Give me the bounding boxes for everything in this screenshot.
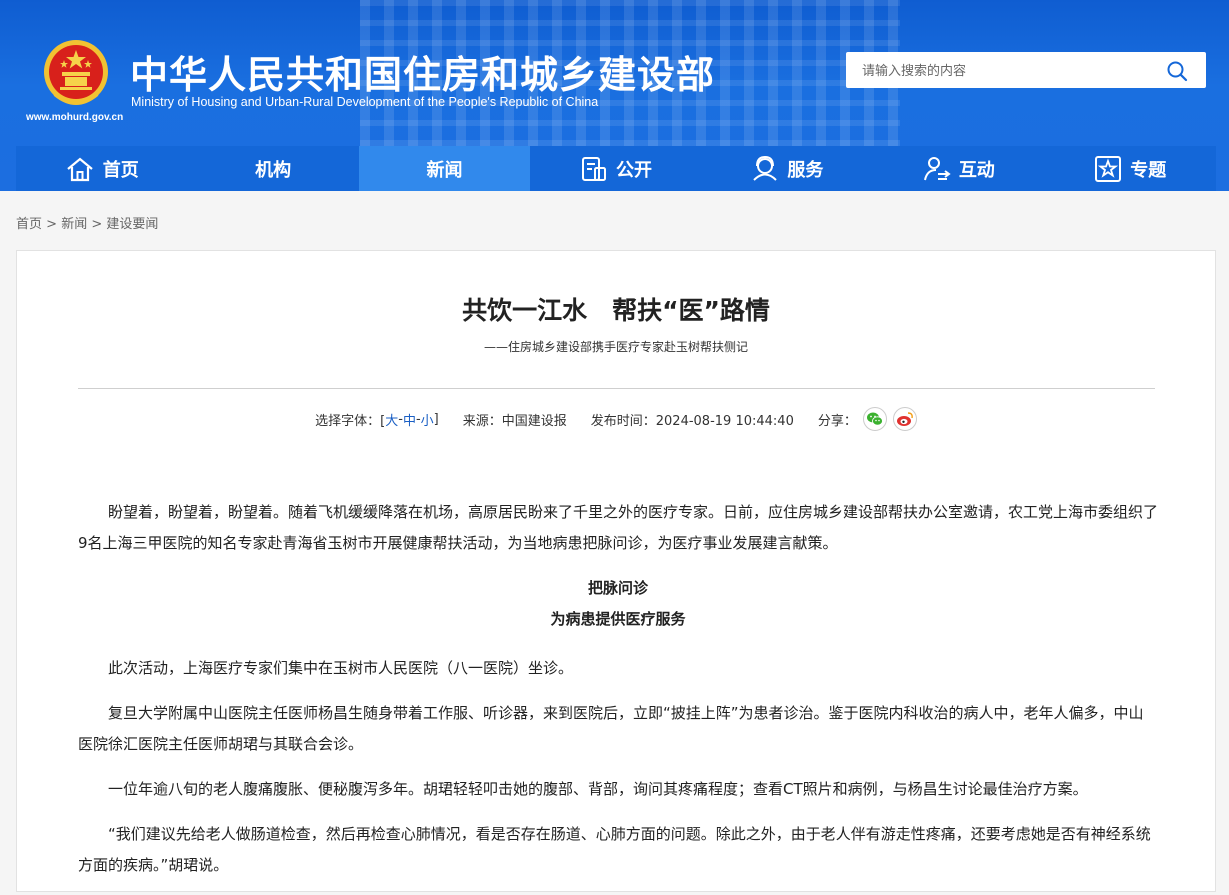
nav-item-label: 公开 — [615, 159, 652, 181]
site-header: www.mohurd.gov.cn 中华人民共和国住房和城乡建设部 Minist… — [0, 0, 1229, 191]
nav-item-label: 互动 — [958, 159, 995, 181]
nav-item-label: 机构 — [255, 159, 292, 181]
search-box — [846, 52, 1206, 88]
site-url: www.mohurd.gov.cn — [26, 112, 124, 123]
service-icon — [753, 155, 778, 181]
title-divider — [78, 388, 1155, 389]
breadcrumb-sep: > — [46, 217, 58, 232]
section-subheading: 为病患提供医疗服务 — [550, 610, 686, 628]
article-paragraph: 一位年逾八旬的老人腹痛腹胀、便秘腹泻多年。胡珺轻轻叩击她的腹部、背部，询问其疼痛… — [108, 780, 1088, 798]
nav-item-interaction[interactable]: 互动 — [873, 146, 1044, 191]
font-size-close: ] — [433, 411, 439, 427]
site-title[interactable]: 中华人民共和国住房和城乡建设部 — [130, 44, 715, 99]
article-paragraph: 复旦大学附属中山医院主任医师杨昌生随身带着工作服、听诊器，来到医院后，立即“披挂… — [78, 704, 1144, 753]
interact-icon — [923, 156, 951, 180]
article-paragraph: 盼望着，盼望着，盼望着。随着飞机缓缓降落在机场，高原居民盼来了千里之外的医疗专家… — [78, 503, 1159, 552]
breadcrumb-news[interactable]: 新闻 — [61, 217, 87, 232]
publish-time: 发布时间：2024-08-19 10:44:40 — [590, 413, 794, 429]
share-group: 分享： — [818, 407, 917, 431]
site-subtitle: Ministry of Housing and Urban-Rural Deve… — [131, 95, 599, 109]
home-icon — [66, 157, 93, 181]
search-input[interactable] — [860, 61, 1154, 81]
article-title: 共饮一江水 帮扶“医”路情 — [462, 296, 770, 325]
weibo-share-icon[interactable] — [892, 407, 917, 431]
article-paragraph: “我们建议先给老人做肠道检查，然后再检查心肺情况，看是否存在肠道、心肺方面的问题… — [78, 825, 1151, 874]
nav-item-label: 新闻 — [426, 159, 463, 181]
article-subtitle: ——住房城乡建设部携手医疗专家赴玉树帮扶侧记 — [483, 340, 748, 354]
national-emblem-icon[interactable] — [42, 38, 110, 110]
nav-item-public[interactable]: 公开 — [530, 146, 701, 191]
document-icon — [581, 156, 606, 181]
nav-item-label: 首页 — [102, 159, 139, 181]
breadcrumb-sep: > — [91, 217, 103, 232]
search-icon[interactable] — [1166, 60, 1188, 82]
weibo-icon — [896, 412, 913, 426]
section-heading: 把脉问诊 — [587, 579, 648, 597]
font-size-medium[interactable]: 中 — [403, 410, 416, 429]
article-body: 盼望着，盼望着，盼望着。随着飞机缓缓降落在机场，高原居民盼来了千里之外的医疗专家… — [78, 497, 1158, 895]
nav-item-service[interactable]: 服务 — [702, 146, 873, 191]
font-size-large[interactable]: 大 — [385, 410, 398, 429]
nav-item-news[interactable]: 新闻 — [358, 146, 531, 191]
article-paragraph: 此次活动，上海医疗专家们集中在玉树市人民医院（八一医院）坐诊。 — [108, 659, 574, 677]
wechat-icon — [866, 412, 883, 426]
font-size-label: 选择字体：[ — [315, 413, 386, 429]
breadcrumb-current[interactable]: 建设要闻 — [106, 217, 158, 232]
font-size-selector: 选择字体：[ 大 - 中 - 小 ] — [315, 410, 439, 429]
nav-item-label: 专题 — [1130, 159, 1167, 181]
font-size-small[interactable]: 小 — [421, 410, 434, 429]
main-nav: 首页 机构 新闻 公开 服务 互动 专题 — [16, 146, 1216, 191]
breadcrumb: 首页 > 新闻 > 建设要闻 — [16, 213, 158, 232]
article-container: 共饮一江水 帮扶“医”路情 ——住房城乡建设部携手医疗专家赴玉树帮扶侧记 选择字… — [16, 250, 1216, 892]
star-icon — [1095, 155, 1122, 182]
nav-item-label: 服务 — [787, 159, 824, 181]
nav-item-topics[interactable]: 专题 — [1045, 146, 1216, 191]
wechat-share-icon[interactable] — [862, 407, 887, 431]
share-label: 分享： — [817, 413, 857, 429]
nav-item-organization[interactable]: 机构 — [187, 146, 358, 191]
nav-item-home[interactable]: 首页 — [16, 146, 187, 191]
article-meta: 选择字体：[ 大 - 中 - 小 ] 来源：中国建设报 发布时间：2024-08… — [17, 407, 1215, 431]
article-source: 来源：中国建设报 — [462, 413, 567, 429]
breadcrumb-home[interactable]: 首页 — [16, 217, 42, 232]
